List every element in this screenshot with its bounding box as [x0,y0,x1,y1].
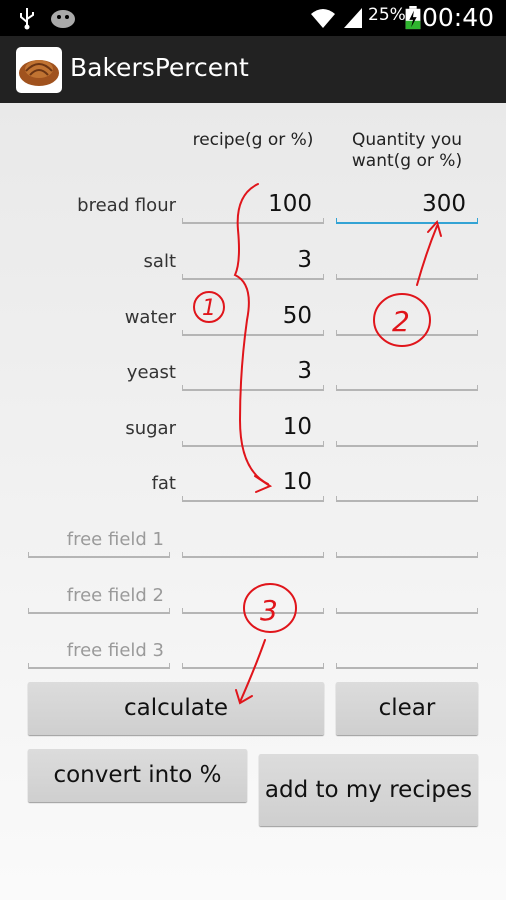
free-field-2-recipe-input[interactable] [182,578,324,614]
recipe-input-fat[interactable]: 10 [182,466,324,502]
free-field-3-name-input[interactable]: free field 3 [28,633,170,669]
quantity-column-header: Quantity you want(g or %) [351,130,463,171]
app-title: BakersPercent [70,53,249,82]
quantity-input-fat[interactable] [336,466,478,502]
app-logo-icon[interactable] [16,47,62,93]
recipe-input-bread-flour[interactable]: 100 [182,188,324,224]
quantity-input-salt[interactable] [336,244,478,280]
row-label-sugar: sugar [125,418,176,439]
quantity-input-yeast[interactable] [336,355,478,391]
action-bar: BakersPercent [0,36,506,103]
recipe-input-sugar[interactable]: 10 [182,411,324,447]
row-label-fat: fat [151,473,176,494]
free-field-1-recipe-input[interactable] [182,522,324,558]
row-label-salt: salt [143,251,176,272]
quantity-input-water[interactable] [336,300,478,336]
recipe-input-yeast[interactable]: 3 [182,355,324,391]
quantity-input-sugar[interactable] [336,411,478,447]
row-label-water: water [124,307,176,328]
battery-percent: 25% [368,5,406,25]
recipe-input-salt[interactable]: 3 [182,244,324,280]
signal-icon [344,8,362,28]
convert-to-percent-button[interactable]: convert into % [28,749,247,802]
free-field-3-quantity-input[interactable] [336,633,478,669]
quantity-input-bread-flour[interactable]: 300 [336,188,478,224]
recipe-input-water[interactable]: 50 [182,300,324,336]
status-bar: 25% 00:40 [0,0,506,36]
add-to-my-recipes-button[interactable]: add to my recipes [259,754,478,826]
usb-icon [20,8,34,30]
free-field-2-quantity-input[interactable] [336,578,478,614]
row-label-bread-flour: bread flour [77,195,176,216]
free-field-1-name-input[interactable]: free field 1 [28,522,170,558]
row-label-yeast: yeast [126,362,176,383]
clock: 00:40 [421,3,494,32]
calculate-button[interactable]: calculate [28,682,324,735]
free-field-3-recipe-input[interactable] [182,633,324,669]
battery-charging-icon [405,6,421,30]
calculator-form: recipe(g or %) Quantity you want(g or %)… [0,103,506,900]
android-icon [51,10,75,28]
free-field-1-quantity-input[interactable] [336,522,478,558]
recipe-column-header: recipe(g or %) [192,130,314,150]
free-field-2-name-input[interactable]: free field 2 [28,578,170,614]
wifi-icon [311,9,335,28]
clear-button[interactable]: clear [336,682,478,735]
